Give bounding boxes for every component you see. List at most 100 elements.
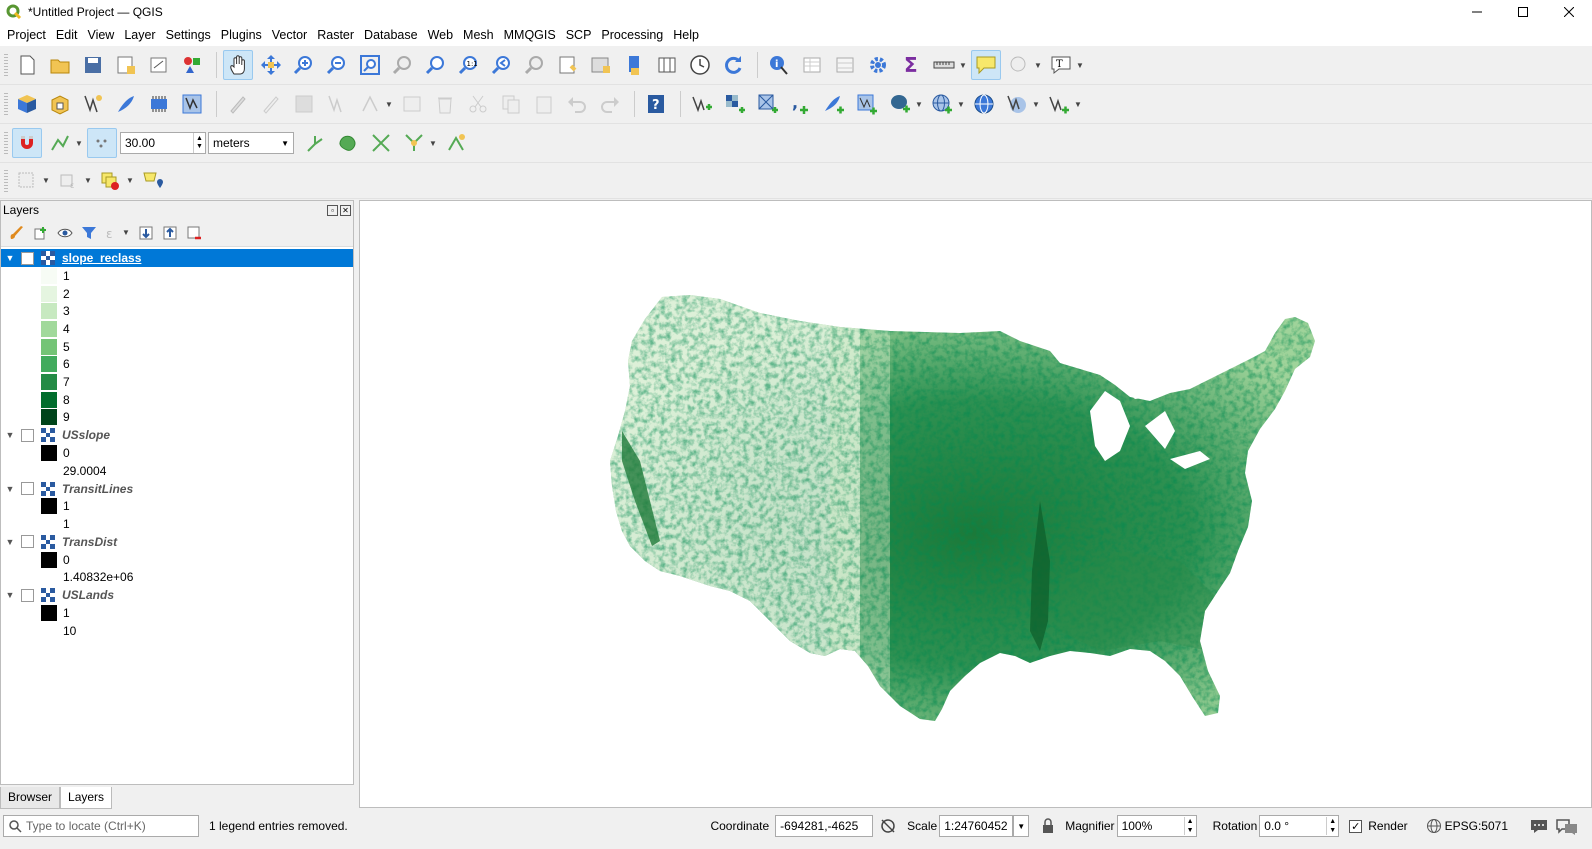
database-layer-dropdown-arrow[interactable]: ▼ xyxy=(915,100,923,109)
copy-features-button[interactable] xyxy=(496,89,526,119)
text-annotation-dropdown-arrow[interactable]: ▼ xyxy=(1076,61,1084,70)
tab-layers[interactable]: Layers xyxy=(60,787,113,809)
layer-name[interactable]: slope_reclass xyxy=(62,251,141,265)
add-vector-tile-button[interactable] xyxy=(1044,89,1074,119)
add-mesh-layer-button[interactable] xyxy=(753,89,783,119)
snapping-tolerance-value[interactable]: 30.00 xyxy=(121,136,193,150)
deselect-all-button[interactable] xyxy=(96,166,126,196)
snapping-units-select[interactable]: meters ▼ xyxy=(208,132,294,154)
menu-mmqgis[interactable]: MMQGIS xyxy=(499,24,561,46)
collapse-arrow-icon[interactable]: ▼ xyxy=(1,537,19,547)
layer-visibility-checkbox[interactable] xyxy=(21,535,34,549)
magnifier-spinbox[interactable]: 100% ▲ ▼ xyxy=(1116,815,1197,837)
avoid-overlap-button[interactable] xyxy=(333,128,363,158)
vertex-tool-dropdown-arrow[interactable]: ▼ xyxy=(385,100,393,109)
help-contents-button[interactable]: ? xyxy=(641,89,671,119)
lock-icon[interactable] xyxy=(1041,818,1055,834)
menu-layer[interactable]: Layer xyxy=(119,24,160,46)
select-by-expression-button[interactable]: ε xyxy=(54,166,84,196)
modify-attributes-button[interactable] xyxy=(397,89,427,119)
pan-to-selection-button[interactable] xyxy=(256,50,286,80)
toolbar-grip[interactable] xyxy=(4,132,8,154)
refresh-button[interactable] xyxy=(718,50,748,80)
add-wfs-layer-button[interactable] xyxy=(969,89,999,119)
add-arcgis-layer-button[interactable] xyxy=(1002,89,1032,119)
zoom-to-layer-button[interactable] xyxy=(421,50,451,80)
menu-raster[interactable]: Raster xyxy=(312,24,359,46)
new-geopackage-button[interactable] xyxy=(45,89,75,119)
add-virtual-layer-button[interactable] xyxy=(852,89,882,119)
new-print-layout-button[interactable] xyxy=(111,50,141,80)
pan-map-button[interactable] xyxy=(223,50,253,80)
layer-visibility-checkbox[interactable] xyxy=(21,482,34,496)
scale-value[interactable]: 1:24760452 xyxy=(944,819,1007,833)
measure-line-button[interactable] xyxy=(929,50,959,80)
menu-view[interactable]: View xyxy=(82,24,119,46)
add-wms-layer-button[interactable] xyxy=(927,89,957,119)
layer-name[interactable]: TransDist xyxy=(62,535,117,549)
text-annotation-button[interactable]: T xyxy=(1046,50,1076,80)
annotation-dropdown-arrow[interactable]: ▼ xyxy=(1034,61,1042,70)
zoom-to-selection-button[interactable] xyxy=(388,50,418,80)
menu-mesh[interactable]: Mesh xyxy=(458,24,499,46)
scale-field[interactable]: 1:24760452 xyxy=(939,815,1014,837)
toggle-editing-button[interactable] xyxy=(256,89,286,119)
toolbar-grip[interactable] xyxy=(4,169,8,192)
vector-tile-dropdown-arrow[interactable]: ▼ xyxy=(1074,100,1082,109)
filter-expression-dropdown-arrow[interactable]: ▼ xyxy=(122,228,130,237)
render-checkbox[interactable]: ✓ xyxy=(1349,819,1363,833)
statistics-button[interactable]: Σ xyxy=(896,50,926,80)
menu-project[interactable]: Project xyxy=(2,24,51,46)
zoom-out-button[interactable] xyxy=(322,50,352,80)
select-by-location-button[interactable] xyxy=(138,166,168,196)
current-edits-button[interactable] xyxy=(223,89,253,119)
map-canvas[interactable] xyxy=(359,200,1592,808)
close-button[interactable] xyxy=(1546,0,1592,24)
float-panel-button[interactable]: ▫ xyxy=(327,204,338,216)
vertex-tool-button[interactable] xyxy=(355,89,385,119)
toolbar-grip[interactable] xyxy=(4,93,8,115)
menu-database[interactable]: Database xyxy=(359,24,423,46)
snap-intersection-button[interactable] xyxy=(366,128,396,158)
add-raster-layer-button[interactable] xyxy=(720,89,750,119)
new-spatial-bookmark-button[interactable] xyxy=(553,50,583,80)
open-layer-styling-button[interactable] xyxy=(5,221,29,245)
layer-item-transdist[interactable]: ▼ TransDist xyxy=(1,533,353,551)
collapse-all-button[interactable] xyxy=(158,221,182,245)
zoom-native-resolution-button[interactable]: 1:1 xyxy=(454,50,484,80)
map-tips-button[interactable] xyxy=(971,50,1001,80)
layer-item-uslands[interactable]: ▼ USLands xyxy=(1,586,353,604)
layer-item-transitlines[interactable]: ▼ TransitLines xyxy=(1,480,353,498)
statistical-summary-button[interactable] xyxy=(830,50,860,80)
filter-legend-button[interactable] xyxy=(77,221,101,245)
zoom-next-button[interactable] xyxy=(520,50,550,80)
close-panel-button[interactable]: ✕ xyxy=(340,204,351,216)
snapping-layers-button[interactable] xyxy=(45,128,75,158)
add-delimited-text-button[interactable]: , xyxy=(786,89,816,119)
menu-scp[interactable]: SCP xyxy=(561,24,597,46)
add-spatialite-layer-button[interactable] xyxy=(819,89,849,119)
map-render[interactable] xyxy=(360,201,1591,807)
delete-selected-button[interactable] xyxy=(430,89,460,119)
style-manager-button[interactable] xyxy=(177,50,207,80)
select-expression-dropdown-arrow[interactable]: ▼ xyxy=(84,176,92,185)
collapse-arrow-icon[interactable]: ▼ xyxy=(1,253,19,263)
topological-editing-button[interactable] xyxy=(300,128,330,158)
collapse-arrow-icon[interactable]: ▼ xyxy=(1,430,19,440)
arcgis-layer-dropdown-arrow[interactable]: ▼ xyxy=(1032,100,1040,109)
add-postgis-layer-button[interactable] xyxy=(885,89,915,119)
zoom-last-button[interactable] xyxy=(487,50,517,80)
new-shapefile-button[interactable] xyxy=(78,89,108,119)
temporal-controller-button[interactable] xyxy=(685,50,715,80)
new-temporary-layer-button[interactable] xyxy=(144,89,174,119)
layer-item-usslope[interactable]: ▼ USslope xyxy=(1,426,353,444)
annotation-button[interactable] xyxy=(1004,50,1034,80)
expand-all-button[interactable] xyxy=(134,221,158,245)
new-project-button[interactable] xyxy=(12,50,42,80)
spin-arrows[interactable]: ▲ ▼ xyxy=(1183,817,1196,835)
deselect-dropdown-arrow[interactable]: ▼ xyxy=(126,176,134,185)
tab-browser[interactable]: Browser xyxy=(0,787,61,809)
coordinate-value[interactable]: -694281,-4625 xyxy=(780,819,858,833)
snapping-tolerance-spinbox[interactable]: 30.00 ▲ ▼ xyxy=(120,132,206,154)
data-source-manager-button[interactable] xyxy=(12,89,42,119)
